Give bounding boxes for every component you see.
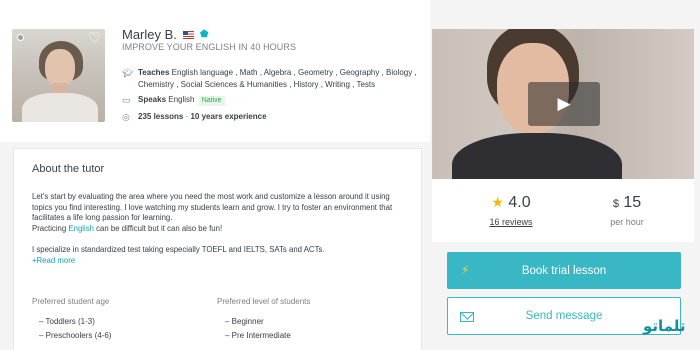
status-dot-icon <box>17 34 24 41</box>
about-paragraph-3: I specialize in standardized test taking… <box>32 244 325 254</box>
para2-post: can be difficult but it can also be fun! <box>93 223 223 233</box>
send-message-label: Send message <box>525 310 603 322</box>
star-icon: ★ <box>491 194 504 210</box>
price-line: $ 15 <box>577 194 677 212</box>
lessons-row: ◎ 235 lessons · 10 years experience <box>122 111 267 123</box>
rating-value: 4.0 <box>508 194 531 211</box>
speaks-value: English <box>166 95 197 104</box>
book-trial-lesson-button[interactable]: ⚡︎ Book trial lesson <box>447 252 681 289</box>
video-shirt <box>452 133 622 179</box>
speaks-label: Speaks <box>138 95 167 104</box>
reviews-count[interactable]: 16 <box>489 217 499 227</box>
speaks-text: Speaks English Native <box>138 94 225 106</box>
avatar-face <box>45 49 75 87</box>
para2-pre: Practicing <box>32 223 69 233</box>
book-trial-label: Book trial lesson <box>521 264 607 277</box>
envelope-icon <box>460 312 474 322</box>
stats-panel: ★ 4.0 16 reviews $ 15 per hour <box>432 179 694 242</box>
lessons-count: 235 lessons <box>138 112 184 121</box>
avatar-shirt <box>22 93 98 122</box>
about-body: Let's start by evaluating the area where… <box>32 192 407 266</box>
tutor-profile-card: ♡ Marley B. ⬟ IMPROVE YOUR ENGLISH IN 40… <box>0 0 430 142</box>
teaches-label: Teaches <box>138 68 170 77</box>
currency-symbol: $ <box>612 198 619 210</box>
name-row: Marley B. ⬟ <box>122 27 209 42</box>
intro-video[interactable]: ▶ <box>432 29 694 179</box>
lessons-text: 235 lessons · 10 years experience <box>138 111 267 123</box>
about-paragraph-2: Practicing English can be difficult but … <box>32 224 407 235</box>
about-title: About the tutor <box>32 163 105 175</box>
price-stat: $ 15 per hour <box>577 194 677 227</box>
rating-line: ★ 4.0 <box>461 194 561 212</box>
teaches-row: 🎓︎ Teaches English language , Math , Alg… <box>122 67 422 91</box>
read-more-link[interactable]: +Read more <box>32 256 407 267</box>
reviews-word[interactable]: reviews <box>500 217 533 227</box>
us-flag-icon <box>182 30 194 39</box>
level-item: – Pre Intermediate <box>225 331 291 340</box>
play-button[interactable]: ▶ <box>528 82 600 126</box>
speech-bubble-icon: ▭ <box>122 95 131 105</box>
price-value: 15 <box>623 194 642 211</box>
level-item: – Beginner <box>225 317 264 326</box>
teaches-text: Teaches English language , Math , Algebr… <box>138 67 422 91</box>
lessons-circle-icon: ◎ <box>122 112 130 122</box>
tutor-headline: IMPROVE YOUR ENGLISH IN 40 HOURS <box>122 42 297 52</box>
graduation-cap-icon: 🎓︎ <box>122 68 134 78</box>
play-icon: ▶ <box>557 94 571 113</box>
tutor-avatar[interactable]: ♡ <box>12 29 105 122</box>
site-watermark: تلماتو <box>643 317 686 335</box>
teaches-value: English language , Math , Algebra , Geom… <box>138 68 417 89</box>
about-tutor-card: About the tutor Let's start by evaluatin… <box>13 148 422 350</box>
lightning-bolt-icon: ⚡︎ <box>461 263 470 277</box>
about-paragraph-1: Let's start by evaluating the area where… <box>32 192 395 223</box>
experience-value: 10 years experience <box>190 112 267 121</box>
native-badge: Native <box>198 96 225 106</box>
preferred-age-label: Preferred student age <box>32 297 110 306</box>
tutor-name[interactable]: Marley B. <box>122 27 177 42</box>
reviews-link[interactable]: 16 reviews <box>461 217 561 227</box>
favorite-heart-icon[interactable]: ♡ <box>88 31 101 46</box>
age-item: – Preschoolers (4-6) <box>39 331 112 340</box>
speaks-row: ▭ Speaks English Native <box>122 94 225 106</box>
preferred-level-label: Preferred level of students <box>217 297 311 306</box>
verified-check-icon: ⬟ <box>199 28 209 40</box>
age-item: – Toddlers (1-3) <box>39 317 95 326</box>
english-link[interactable]: English <box>68 224 94 233</box>
rating-stat: ★ 4.0 16 reviews <box>461 194 561 227</box>
per-hour-label: per hour <box>610 217 644 227</box>
